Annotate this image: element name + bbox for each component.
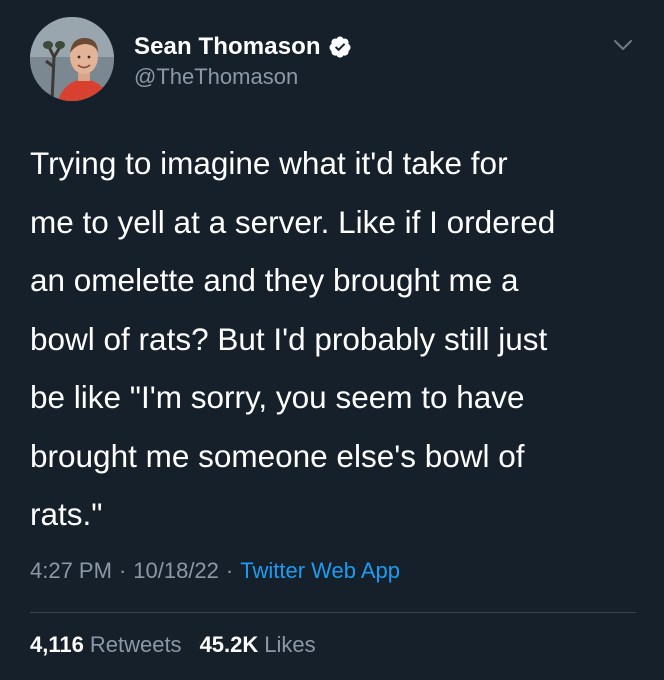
divider xyxy=(30,612,636,613)
tweet-text: Trying to imagine what it'd take for me t… xyxy=(30,134,642,544)
avatar[interactable] xyxy=(30,17,114,101)
author-name-row[interactable]: Sean Thomason xyxy=(134,30,352,64)
likes-count: 45.2K xyxy=(199,632,259,657)
retweets-count: 4,116 xyxy=(30,632,84,657)
tweet-text-line: Trying to imagine what it'd take for xyxy=(30,145,508,181)
tweet-text-line: be like "I'm sorry, you seem to have xyxy=(30,379,525,415)
likes-label: Likes xyxy=(264,632,316,657)
retweets-stat[interactable]: 4,116 Retweets xyxy=(30,632,182,658)
chevron-down-icon[interactable] xyxy=(610,32,636,58)
tweet-text-line: bowl of rats? But I'd probably still jus… xyxy=(30,320,548,357)
author-handle[interactable]: @TheThomason xyxy=(134,64,298,90)
retweets-label: Retweets xyxy=(89,632,182,657)
tweet-stats: 4,116 Retweets 45.2K Likes xyxy=(30,632,316,658)
tweet-meta: 4:27 PM · 10/18/22 · Twitter Web App xyxy=(30,558,400,584)
tweet-text-line: me to yell at a server. Like if I ordere… xyxy=(30,203,556,240)
tweet-text-line: rats." xyxy=(30,496,103,532)
author-display-name[interactable]: Sean Thomason xyxy=(134,33,321,61)
tweet-text-line: brought me someone else's bowl of xyxy=(30,437,525,474)
tweet-date[interactable]: 10/18/22 xyxy=(133,558,219,584)
meta-separator: · xyxy=(225,558,234,583)
meta-separator: · xyxy=(118,558,127,583)
tweet-time[interactable]: 4:27 PM xyxy=(30,558,112,584)
tweet-source-link[interactable]: Twitter Web App xyxy=(240,558,400,584)
avatar-image xyxy=(30,17,114,101)
tweet-text-line: an omelette and they brought me a xyxy=(30,262,519,298)
verified-badge-icon xyxy=(329,36,351,58)
tweet-card: Sean Thomason @TheThomason Trying to ima… xyxy=(0,0,664,680)
likes-stat[interactable]: 45.2K Likes xyxy=(200,632,316,658)
